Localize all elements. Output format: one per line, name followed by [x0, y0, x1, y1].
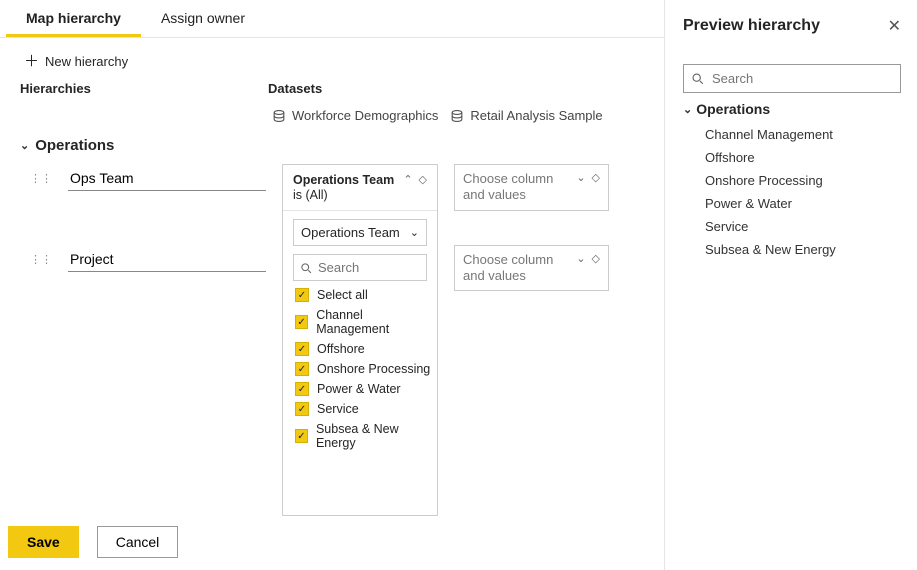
preview-child[interactable]: Power & Water	[705, 192, 901, 215]
close-icon[interactable]: ✕	[888, 16, 901, 36]
preview-search[interactable]	[683, 64, 901, 93]
dropdown-option-label: Select all	[317, 288, 368, 302]
footer: Save Cancel	[0, 514, 664, 570]
dropdown-option[interactable]: ✓ Subsea & New Energy	[295, 419, 431, 453]
dataset-label: Workforce Demographics	[292, 108, 438, 123]
preview-panel: Preview hierarchy ✕ ⌄ Operations Channel…	[665, 0, 917, 570]
level-name-input[interactable]	[68, 166, 266, 191]
cancel-button[interactable]: Cancel	[97, 526, 179, 558]
dropdown-search-input[interactable]	[316, 259, 496, 276]
tabs: Map hierarchy Assign owner	[0, 0, 664, 38]
drag-handle-icon[interactable]: ⋮⋮	[30, 253, 52, 266]
hierarchies-heading: Hierarchies	[20, 81, 268, 96]
choose-column-box[interactable]: Choose column and values ⌄ ◇	[454, 164, 609, 211]
dropdown-option[interactable]: ✓ Service	[295, 399, 431, 419]
checkbox-checked[interactable]: ✓	[295, 288, 309, 302]
dropdown-option-label: Service	[317, 402, 359, 416]
tab-map-hierarchy[interactable]: Map hierarchy	[6, 0, 141, 37]
chevron-down-icon[interactable]: ⌄	[576, 252, 585, 265]
dropdown-option-label: Offshore	[317, 342, 365, 356]
new-hierarchy-label: New hierarchy	[45, 54, 128, 69]
drag-handle-icon[interactable]: ⋮⋮	[30, 172, 52, 185]
hierarchy-expander[interactable]: ⌄ Operations	[20, 131, 114, 164]
preview-child[interactable]: Offshore	[705, 146, 901, 169]
hierarchy-name: Operations	[35, 137, 114, 154]
dataset-icon	[272, 109, 286, 123]
checkbox-checked[interactable]: ✓	[295, 362, 309, 376]
dropdown-option-label: Channel Management	[316, 308, 431, 336]
dropdown-header[interactable]: Operations Team is (All) ⌃ ◇	[283, 165, 437, 211]
chevron-down-icon: ⌄	[20, 139, 29, 152]
eraser-icon[interactable]: ◇	[592, 171, 600, 184]
checkbox-checked[interactable]: ✓	[295, 429, 308, 443]
checkbox-checked[interactable]: ✓	[295, 342, 309, 356]
level-name-input[interactable]	[68, 247, 266, 272]
eraser-icon[interactable]: ◇	[592, 252, 600, 265]
preview-child[interactable]: Channel Management	[705, 123, 901, 146]
dataset-item[interactable]: Workforce Demographics	[272, 108, 438, 123]
search-icon	[300, 262, 312, 274]
dropdown-option[interactable]: ✓ Channel Management	[295, 305, 431, 339]
dropdown-title: Operations Team	[293, 173, 394, 187]
choose-column-line1: Choose column	[463, 171, 553, 186]
eraser-icon[interactable]: ◇	[419, 173, 427, 186]
dataset-label: Retail Analysis Sample	[470, 108, 602, 123]
chevron-up-icon[interactable]: ⌃	[403, 173, 412, 186]
tab-assign-owner[interactable]: Assign owner	[141, 0, 265, 37]
dropdown-option[interactable]: ✓ Offshore	[295, 339, 431, 359]
preview-title: Preview hierarchy	[683, 17, 820, 35]
preview-children: Channel Management Offshore Onshore Proc…	[683, 123, 901, 261]
choose-column-line2: and values	[463, 187, 526, 202]
checkbox-checked[interactable]: ✓	[295, 315, 308, 329]
dropdown-option[interactable]: ✓ Select all	[295, 285, 431, 305]
datasets-row: Workforce Demographics Retail Analysis S…	[0, 100, 664, 131]
dataset-item[interactable]: Retail Analysis Sample	[450, 108, 602, 123]
column-values-dropdown: Operations Team is (All) ⌃ ◇ Operations …	[282, 164, 438, 516]
chevron-down-icon: ⌄	[683, 103, 692, 116]
plus-icon: ＋	[24, 54, 39, 69]
dropdown-search[interactable]	[293, 254, 427, 281]
preview-child[interactable]: Subsea & New Energy	[705, 238, 901, 261]
columns-header: Hierarchies Datasets	[0, 81, 664, 100]
preview-search-input[interactable]	[710, 70, 893, 87]
dropdown-options-list: ✓ Select all ✓ Channel Management ✓ Offs…	[295, 285, 431, 453]
dropdown-option-label: Onshore Processing	[317, 362, 430, 376]
dropdown-scope: is (All)	[293, 188, 328, 202]
dropdown-option[interactable]: ✓ Power & Water	[295, 379, 431, 399]
new-hierarchy-button[interactable]: ＋ New hierarchy	[0, 38, 148, 81]
preview-child[interactable]: Service	[705, 215, 901, 238]
dropdown-option[interactable]: ✓ Onshore Processing	[295, 359, 431, 379]
dropdown-field-select[interactable]: Operations Team ⌄	[293, 219, 427, 246]
checkbox-checked[interactable]: ✓	[295, 382, 309, 396]
save-button[interactable]: Save	[8, 526, 79, 558]
chevron-down-icon: ⌄	[410, 226, 419, 239]
preview-child[interactable]: Onshore Processing	[705, 169, 901, 192]
search-icon	[691, 72, 704, 85]
preview-tree-root[interactable]: ⌄ Operations	[683, 101, 901, 117]
dropdown-option-label: Power & Water	[317, 382, 401, 396]
dataset-icon	[450, 109, 464, 123]
datasets-heading: Datasets	[268, 81, 322, 96]
preview-root-label: Operations	[696, 101, 770, 117]
dropdown-option-label: Subsea & New Energy	[316, 422, 431, 450]
checkbox-checked[interactable]: ✓	[295, 402, 309, 416]
chevron-down-icon[interactable]: ⌄	[576, 171, 585, 184]
dropdown-field-value: Operations Team	[301, 225, 400, 240]
